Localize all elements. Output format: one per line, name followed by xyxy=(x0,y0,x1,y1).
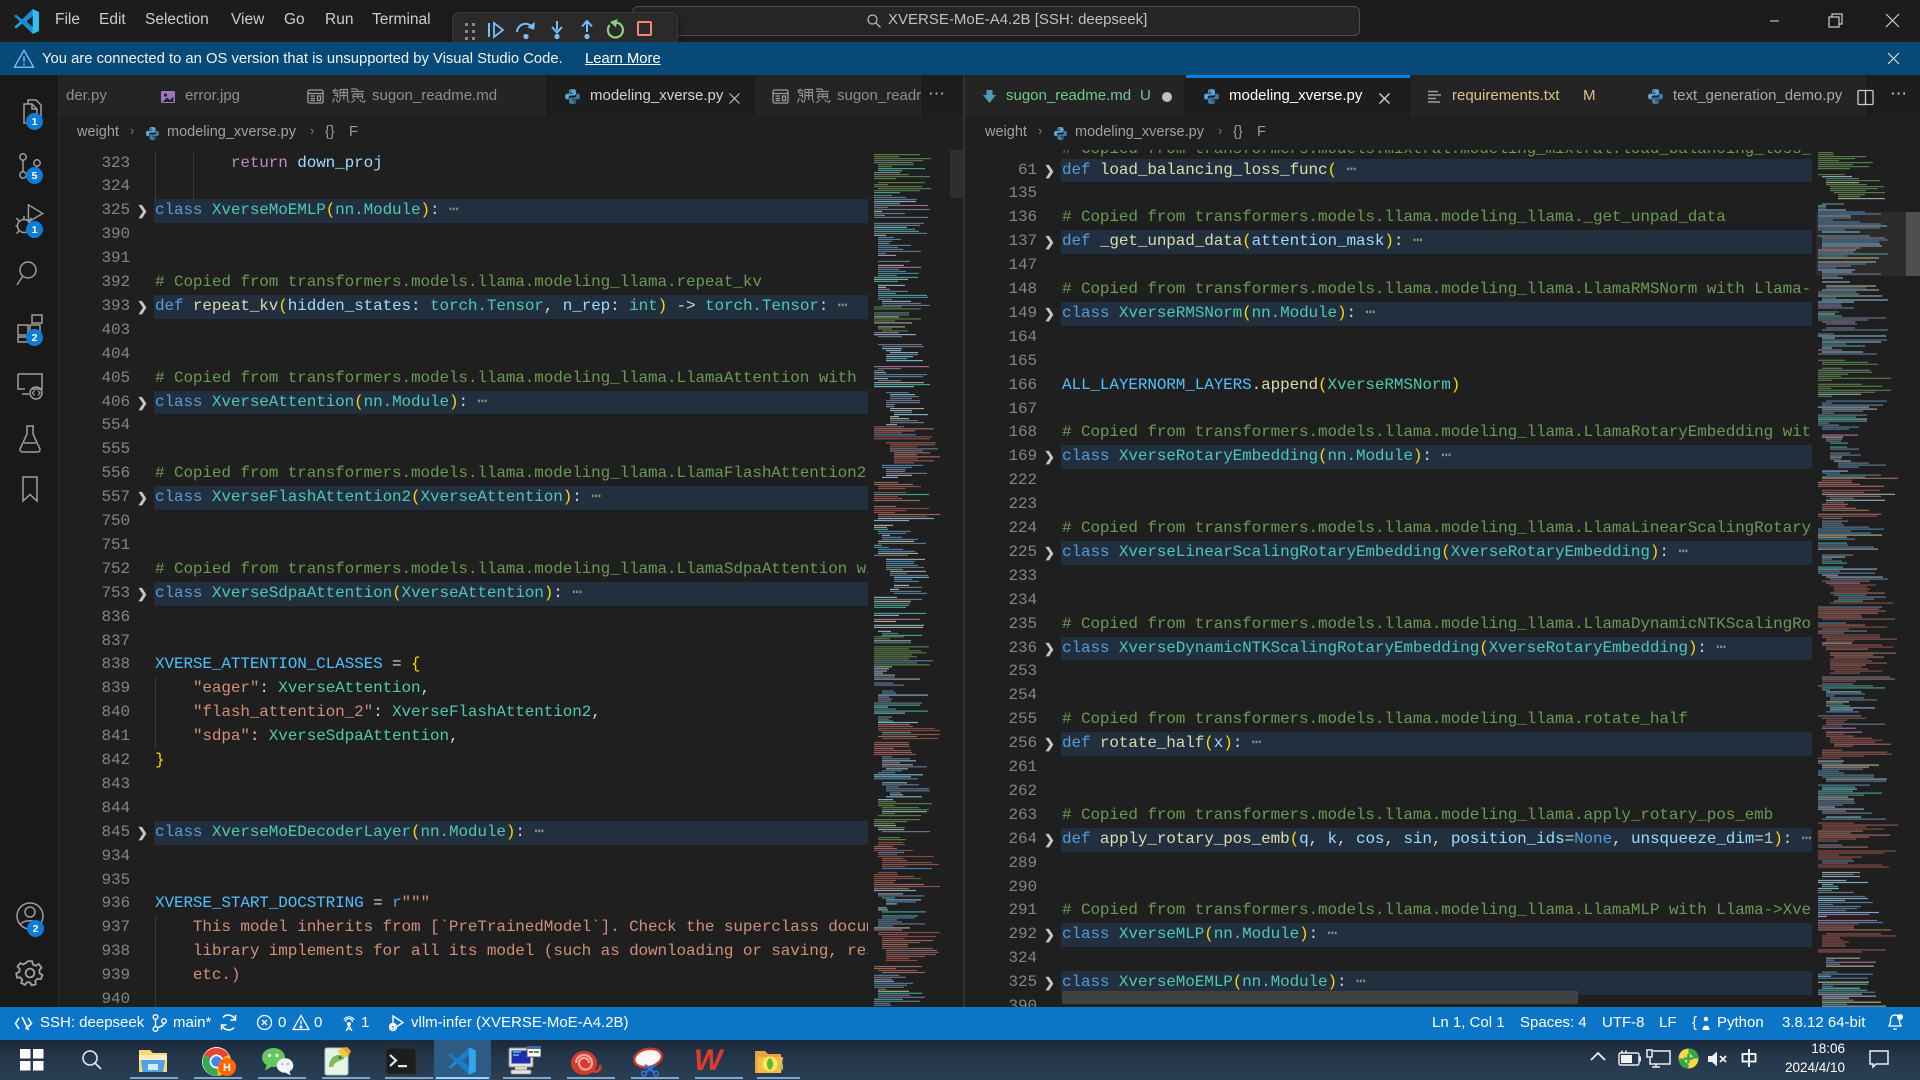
svg-text:H: H xyxy=(223,1062,231,1074)
